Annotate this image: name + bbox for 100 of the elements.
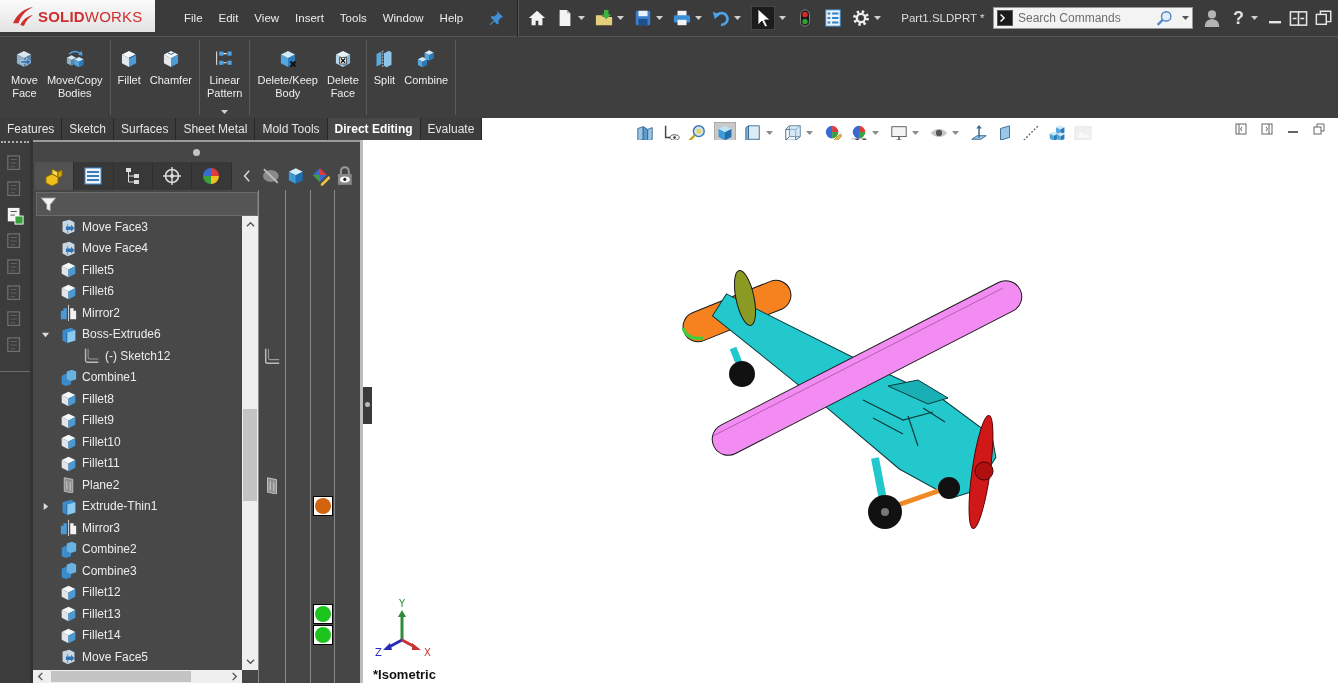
- caret-icon[interactable]: [912, 131, 920, 135]
- caret-icon[interactable]: [766, 131, 774, 135]
- chevron-left-icon[interactable]: [36, 671, 46, 682]
- sphere-pencil-icon[interactable]: [824, 124, 843, 142]
- tree-item[interactable]: Combine3: [60, 562, 137, 580]
- panel-tab[interactable]: [192, 162, 232, 190]
- caret-icon[interactable]: [1182, 16, 1189, 20]
- tree-item[interactable]: (-) Sketch12: [83, 347, 171, 365]
- tree-item[interactable]: Fillet6: [60, 282, 114, 300]
- tree-item[interactable]: Fillet14: [60, 626, 121, 644]
- search-icon[interactable]: [1156, 9, 1173, 27]
- ribbon-button[interactable]: Move Face: [9, 40, 40, 115]
- ribbon-button[interactable]: Chamfer: [147, 40, 194, 115]
- tree-item[interactable]: Fillet10: [60, 433, 121, 451]
- pin-icon[interactable]: [488, 10, 505, 26]
- caret-icon[interactable]: [695, 16, 703, 20]
- scrollbar[interactable]: [242, 216, 258, 670]
- pointer-icon[interactable]: [751, 6, 776, 30]
- wireframe-cube-icon[interactable]: [784, 124, 803, 142]
- restore-icon[interactable]: [1315, 9, 1333, 27]
- panel-tab[interactable]: [153, 162, 193, 190]
- caret-icon[interactable]: [806, 131, 814, 135]
- caret-icon[interactable]: [874, 16, 882, 20]
- panel-tab[interactable]: [74, 162, 114, 190]
- ribbon-button[interactable]: Delete/Keep Body: [255, 40, 320, 115]
- panel-collapse-handle[interactable]: [363, 387, 372, 424]
- tree-item[interactable]: Fillet13: [60, 605, 121, 623]
- page-icon[interactable]: [6, 207, 24, 225]
- tile-left-icon[interactable]: [1235, 123, 1247, 135]
- ribbon-button[interactable]: Split: [371, 40, 398, 115]
- tree-item[interactable]: Move Face5: [60, 648, 149, 666]
- axis-eye-icon[interactable]: [662, 124, 681, 142]
- ribbon-button[interactable]: Combine: [402, 40, 451, 115]
- caret-icon[interactable]: [872, 131, 880, 135]
- scrollbar-thumb[interactable]: [51, 671, 191, 682]
- appearance-ball-icon[interactable]: [312, 603, 333, 624]
- caret-icon[interactable]: [734, 16, 742, 20]
- arrow-plane-icon[interactable]: [970, 124, 989, 142]
- tree-item[interactable]: Boss-Extrude6: [60, 325, 161, 343]
- caret-icon[interactable]: [578, 16, 586, 20]
- appearance-ball-icon[interactable]: [312, 625, 333, 646]
- chevron-up-icon[interactable]: [244, 220, 256, 229]
- folder-icon[interactable]: [595, 9, 614, 27]
- tree-item[interactable]: Mirror2: [60, 304, 120, 322]
- scrollbar-thumb[interactable]: [243, 409, 257, 501]
- panel-tab[interactable]: [35, 162, 75, 190]
- tree-item[interactable]: Mirror3: [60, 519, 120, 537]
- caret-icon[interactable]: [221, 110, 229, 114]
- ribbon-button[interactable]: Move/Copy Bodies: [44, 40, 105, 115]
- caret-right-icon[interactable]: [41, 501, 50, 511]
- undo-icon[interactable]: [712, 9, 731, 27]
- tree-item[interactable]: Combine1: [60, 368, 137, 386]
- sketch-icon[interactable]: [263, 346, 281, 365]
- menu-item[interactable]: Help: [431, 5, 472, 31]
- tree-item[interactable]: Fillet9: [60, 411, 114, 429]
- menu-item[interactable]: Window: [374, 5, 432, 31]
- appearance-ball-icon[interactable]: [312, 496, 333, 517]
- tree-item[interactable]: Plane2: [60, 476, 120, 494]
- panel-tab[interactable]: [113, 162, 153, 190]
- ribbon-button[interactable]: Linear Pattern: [204, 40, 245, 115]
- caret-icon[interactable]: [779, 16, 787, 20]
- cube-icon[interactable]: [286, 166, 306, 186]
- save-icon[interactable]: [634, 9, 653, 27]
- menu-item[interactable]: File: [176, 5, 211, 31]
- command-tab[interactable]: Direct Editing: [327, 118, 421, 140]
- color-pencil-icon[interactable]: [310, 166, 331, 186]
- caret-icon[interactable]: [656, 16, 664, 20]
- tree-item[interactable]: Combine2: [60, 540, 137, 558]
- scrollbar[interactable]: [33, 670, 242, 683]
- menu-item[interactable]: Tools: [331, 5, 375, 31]
- padlock-eye-icon[interactable]: [335, 166, 355, 186]
- folded-panels-icon[interactable]: [636, 124, 655, 142]
- dashed-line-icon[interactable]: [1022, 124, 1041, 142]
- splitter-handle[interactable]: [193, 148, 200, 156]
- search-field[interactable]: Search Commands: [1018, 9, 1151, 27]
- user-icon[interactable]: [1203, 8, 1221, 28]
- printer-icon[interactable]: [673, 9, 692, 27]
- tree-item[interactable]: Move Face4: [60, 239, 149, 257]
- terminal-icon[interactable]: [997, 10, 1013, 26]
- caret-icon[interactable]: [617, 16, 625, 20]
- tree-item[interactable]: Fillet12: [60, 583, 121, 601]
- tile-right-icon[interactable]: [1261, 123, 1273, 135]
- caret-icon[interactable]: [952, 131, 960, 135]
- chevron-down-icon[interactable]: [244, 657, 256, 666]
- menu-item[interactable]: Edit: [210, 5, 247, 31]
- menu-item[interactable]: Insert: [287, 5, 332, 31]
- tile-windows-icon[interactable]: [1289, 8, 1308, 28]
- shaded-cube-icon[interactable]: [744, 124, 763, 142]
- menu-item[interactable]: View: [246, 5, 288, 31]
- settings-icon[interactable]: [852, 9, 871, 27]
- help-button[interactable]: ?: [1233, 7, 1244, 29]
- tree-item[interactable]: Fillet8: [60, 390, 114, 408]
- filter-field[interactable]: [36, 192, 258, 216]
- home-icon[interactable]: [528, 9, 547, 27]
- ribbon-button[interactable]: Delete Face: [325, 40, 361, 115]
- list-icon[interactable]: [824, 9, 843, 27]
- tree-item[interactable]: Move Face3: [60, 218, 149, 236]
- monitor-icon[interactable]: [890, 124, 909, 142]
- caret-icon[interactable]: [1251, 16, 1258, 20]
- slashed-oval-icon[interactable]: [261, 166, 282, 186]
